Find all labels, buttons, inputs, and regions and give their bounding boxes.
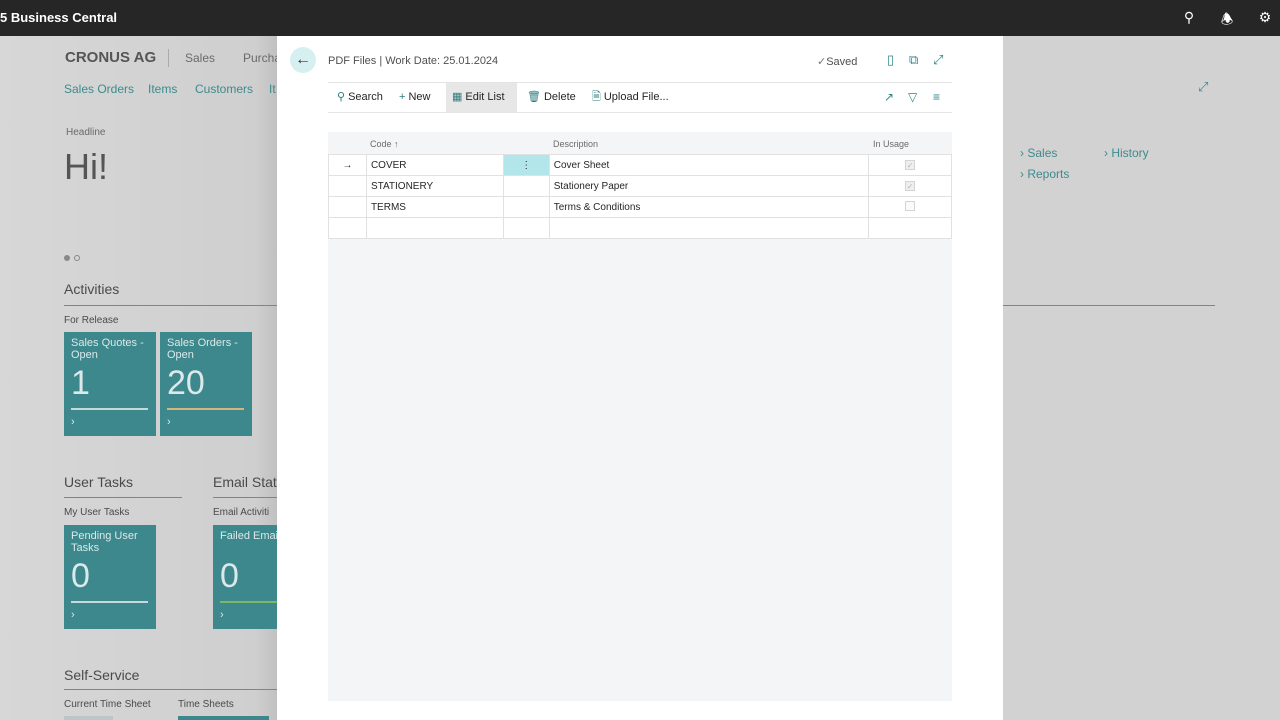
time-sheets-label: Time Sheets — [178, 699, 234, 710]
edit-list-icon: ▦ — [452, 91, 463, 103]
list-table: → COVER ⋮ Cover Sheet ✓ STATIONERY Stati… — [328, 154, 952, 239]
column-header-in-usage[interactable]: In Usage — [873, 139, 909, 149]
my-user-tasks-label: My User Tasks — [64, 507, 130, 518]
nav-sales-orders[interactable]: Sales Orders — [64, 82, 134, 96]
for-release-label: For Release — [64, 315, 119, 326]
sort-ascending-icon: ↑ — [394, 139, 399, 149]
check-icon: ✓ — [817, 56, 827, 68]
upload-file-button[interactable]: 🗎 Upload File... — [586, 83, 675, 112]
tile-sales-orders[interactable]: Sales Orders - Open 20 › — [160, 332, 252, 436]
table-row[interactable]: → COVER ⋮ Cover Sheet ✓ — [328, 154, 952, 176]
link-reports[interactable]: › Reports — [1020, 167, 1069, 181]
tile-sales-quotes[interactable]: Sales Quotes - Open 1 › — [64, 332, 156, 436]
plus-icon: + — [399, 91, 406, 103]
app-title: 5 Business Central — [0, 10, 118, 25]
top-bar: 5 Business Central ⚲ 🕭 ⚙ — [0, 0, 1280, 36]
trash-icon: 🗑 — [527, 91, 541, 103]
email-activities-label: Email Activiti — [213, 507, 270, 518]
nav-customers[interactable]: Customers — [195, 82, 253, 96]
action-bar: ⚲ Search + New ▦ Edit List 🗑 Delete 🗎 Upload … — [328, 82, 952, 113]
file-upload-icon: 🗎 — [592, 91, 601, 103]
column-header-code[interactable]: Code ↑ — [370, 139, 399, 149]
email-status-heading: Email Statu — [213, 474, 285, 490]
user-tasks-heading: User Tasks — [64, 474, 133, 490]
carousel-dot[interactable] — [64, 255, 70, 261]
code-cell[interactable]: COVER — [365, 154, 504, 176]
headline-label: Headline — [66, 127, 106, 138]
delete-button[interactable]: 🗑 Delete — [521, 83, 582, 112]
saved-status: ✓Saved — [817, 56, 858, 68]
carousel-dot[interactable] — [74, 255, 80, 261]
code-cell[interactable]: TERMS — [365, 196, 504, 218]
link-history[interactable]: › History — [1104, 146, 1149, 160]
arrow-left-icon: ← — [295, 51, 311, 68]
company-name: CRONUS AG — [65, 49, 157, 66]
table-row[interactable]: STATIONERY Stationery Paper ✓ — [328, 175, 952, 197]
nav-more[interactable]: It — [269, 82, 276, 96]
link-sales[interactable]: › Sales — [1020, 146, 1057, 160]
headline: Hi! — [64, 146, 108, 187]
description-cell[interactable]: Stationery Paper — [548, 175, 870, 197]
back-button[interactable]: ← — [290, 47, 316, 73]
tile-failed-emails[interactable]: Failed Emails Outbox0› — [213, 525, 277, 629]
search-icon[interactable]: ⚲ — [1180, 9, 1198, 27]
table-row[interactable]: TERMS Terms & Conditions — [328, 196, 952, 218]
in-usage-checkbox[interactable]: ✓ — [868, 154, 952, 176]
column-header-description[interactable]: Description — [553, 139, 598, 149]
search-icon: ⚲ — [337, 91, 346, 103]
expand-icon[interactable]: ⤢ — [1198, 79, 1208, 95]
list-view-icon[interactable]: ≡ — [933, 90, 940, 104]
tile-pending-user-tasks[interactable]: Pending User Tasks 0 › — [64, 525, 156, 629]
expand-icon[interactable]: ⤢ — [933, 52, 943, 68]
gear-icon[interactable]: ⚙ — [1256, 9, 1274, 27]
current-row-arrow-icon: → — [328, 154, 367, 176]
nav-items[interactable]: Items — [148, 82, 177, 96]
page-title: PDF Files | Work Date: 25.01.2024 — [328, 55, 499, 67]
table-row-new[interactable] — [328, 217, 952, 239]
activities-heading[interactable]: Activities — [64, 281, 119, 297]
code-cell[interactable]: STATIONERY — [365, 175, 504, 197]
divider — [168, 49, 169, 67]
search-button[interactable]: ⚲ Search — [331, 83, 389, 112]
description-cell[interactable]: Terms & Conditions — [548, 196, 870, 218]
row-menu-button[interactable]: ⋮ — [502, 154, 550, 176]
bell-icon[interactable]: 🕭 — [1218, 9, 1236, 27]
filter-icon[interactable]: ▽ — [908, 90, 917, 104]
in-usage-checkbox[interactable]: ✓ — [868, 175, 952, 197]
edit-list-button[interactable]: ▦ Edit List — [446, 83, 517, 112]
description-cell[interactable]: Cover Sheet — [548, 154, 870, 176]
menu-purchase[interactable]: Purcha — [243, 51, 281, 65]
in-usage-checkbox[interactable] — [868, 196, 952, 218]
pdf-files-dialog: ← PDF Files | Work Date: 25.01.2024 ✓Sav… — [277, 36, 1003, 720]
share-icon[interactable]: ↗ — [884, 90, 894, 104]
self-service-heading: Self-Service — [64, 667, 140, 683]
bookmark-icon[interactable]: ▯ — [887, 52, 894, 68]
pdf-files-list: Code ↑ Description In Usage → COVER ⋮ Co… — [328, 132, 952, 701]
new-button[interactable]: + New — [393, 83, 436, 112]
open-new-window-icon[interactable]: ⧉ — [909, 52, 918, 68]
current-time-sheet-label: Current Time Sheet — [64, 699, 151, 710]
menu-sales[interactable]: Sales — [185, 51, 215, 65]
